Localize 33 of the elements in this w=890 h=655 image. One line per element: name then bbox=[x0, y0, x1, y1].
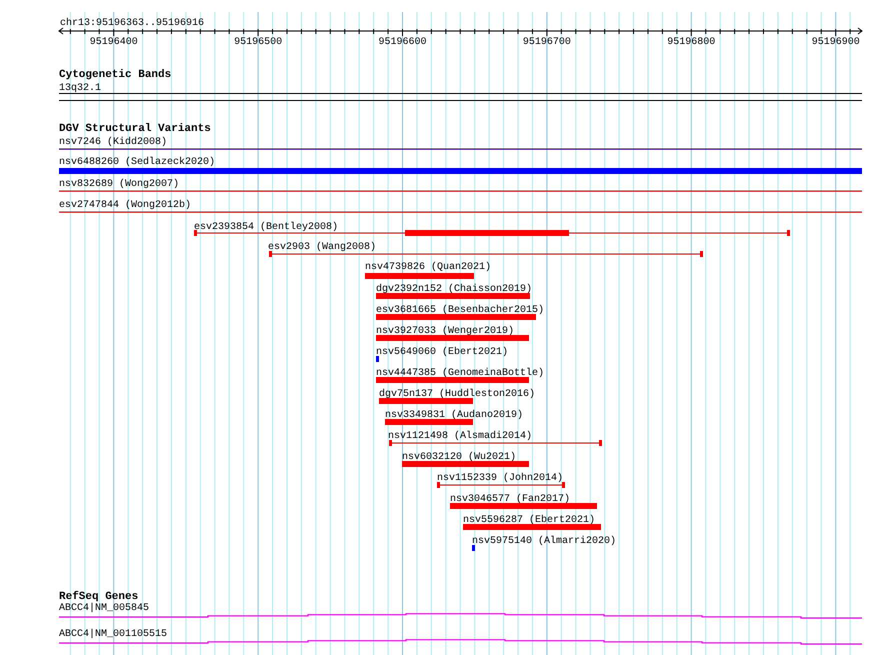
variant-label: nsv5649060 (Ebert2021) bbox=[376, 347, 508, 358]
variant-label: nsv5975140 (Almarri2020) bbox=[472, 536, 616, 547]
variant-label: nsv1121498 (Alsmadi2014) bbox=[388, 431, 532, 442]
variant-label: dgv75n137 (Huddleston2016) bbox=[379, 389, 536, 400]
variant-label: esv2747844 (Wong2012b) bbox=[59, 200, 192, 211]
variant-label: esv3681665 (Besenbacher2015) bbox=[376, 305, 544, 316]
tick-label: 95196900 bbox=[812, 37, 860, 48]
tick-label: 95196500 bbox=[234, 37, 282, 48]
variant-label: nsv5596287 (Ebert2021) bbox=[463, 515, 596, 526]
variant-label: nsv4739826 (Quan2021) bbox=[365, 262, 492, 273]
track-title: Cytogenetic Bands bbox=[59, 69, 172, 81]
variant-label: nsv832689 (Wong2007) bbox=[59, 179, 180, 190]
variant-label: nsv4447385 (GenomeinaBottle) bbox=[376, 368, 544, 379]
gene-label: ABCC4|NM_001105515 bbox=[59, 629, 168, 640]
variant-label: dgv2392n152 (Chaisson2019) bbox=[376, 284, 532, 295]
location-label: chr13:95196363..95196916 bbox=[60, 18, 204, 29]
track-title: DGV Structural Variants bbox=[59, 123, 211, 135]
variant-label: esv2903 (Wang2008) bbox=[268, 242, 376, 253]
variant-label: nsv6032120 (Wu2021) bbox=[402, 452, 516, 463]
tick-label: 95196400 bbox=[90, 37, 138, 48]
tick-label: 95196600 bbox=[378, 37, 426, 48]
tick-label: 95196800 bbox=[667, 37, 716, 48]
variant-label: nsv6488260 (Sedlazeck2020) bbox=[59, 157, 216, 168]
variant-label: nsv1152339 (John2014) bbox=[437, 473, 564, 484]
variant-label: nsv3349831 (Audano2019) bbox=[385, 410, 524, 421]
variant-label: nsv3927033 (Wenger2019) bbox=[376, 326, 514, 337]
variant-label: nsv7246 (Kidd2008) bbox=[59, 137, 168, 148]
track-title: RefSeq Genes bbox=[59, 591, 138, 603]
band-label: 13q32.1 bbox=[59, 83, 102, 94]
gene-label: ABCC4|NM_005845 bbox=[59, 603, 150, 614]
tick-label: 95196700 bbox=[522, 37, 571, 48]
variant-label: nsv3046577 (Fan2017) bbox=[450, 494, 570, 505]
variant-label: esv2393854 (Bentley2008) bbox=[194, 222, 338, 233]
